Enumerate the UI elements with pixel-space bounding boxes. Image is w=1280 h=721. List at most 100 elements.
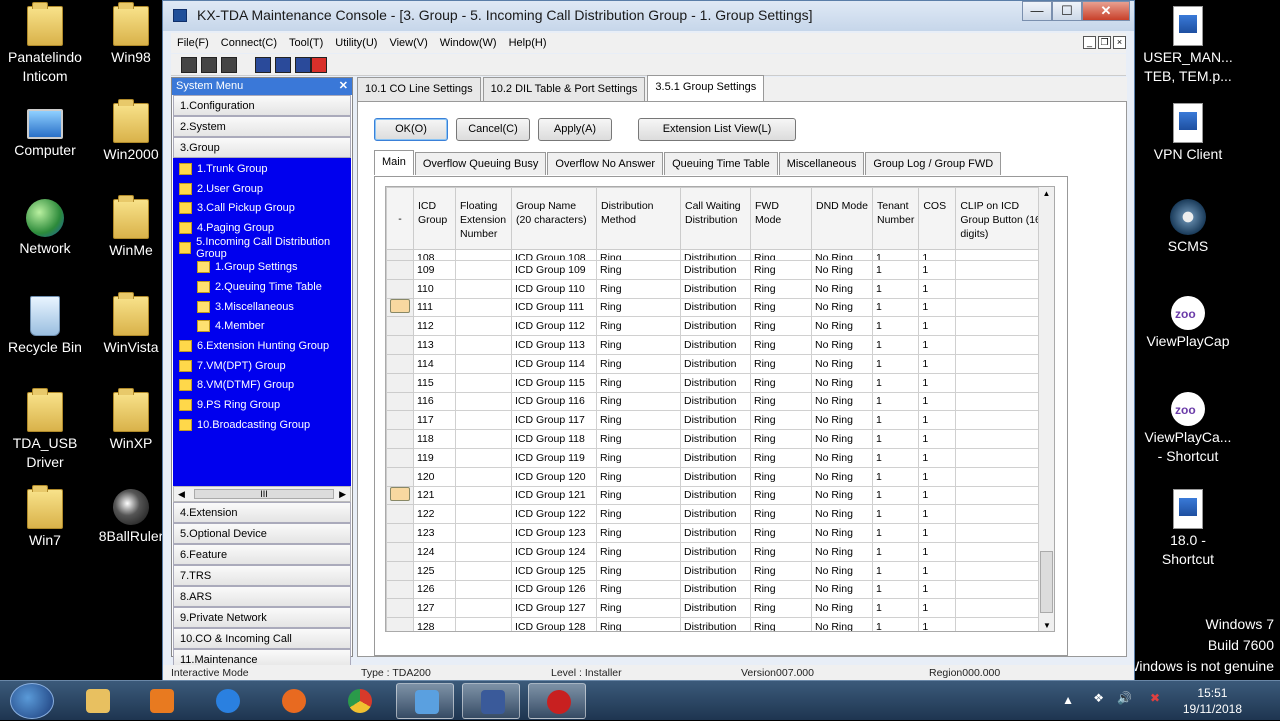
grid-cell[interactable]: Ring [596, 466, 681, 487]
grid-cell[interactable]: 108 [413, 249, 456, 261]
grid-cell[interactable]: 1 [871, 391, 920, 412]
group-menu-item[interactable]: 5.Incoming Call Distribution Group [173, 236, 351, 260]
grid-cell[interactable]: 1 [871, 504, 920, 525]
group-menu-item[interactable]: 8.VM(DTMF) Group [173, 376, 351, 396]
grid-cell[interactable]: Ring [596, 260, 681, 280]
desktop-icon[interactable]: Recycle Bin [0, 296, 90, 357]
taskbar-firefox[interactable] [264, 683, 322, 719]
grid-cell[interactable]: No Ring [811, 260, 873, 280]
subtab-main[interactable]: Main [374, 150, 414, 175]
grid-cell[interactable]: ICD Group 120 [511, 466, 597, 487]
desktop-icon[interactable]: Network [0, 199, 90, 258]
grid-cell[interactable] [955, 278, 1051, 299]
grid-cell[interactable]: Distribution [680, 429, 751, 449]
scroll-down-icon[interactable]: ▼ [1039, 619, 1054, 631]
column-header[interactable]: ICD Group [413, 187, 456, 250]
grid-cell[interactable]: Ring [596, 278, 681, 299]
row-header[interactable] [386, 410, 414, 431]
apply-button[interactable]: Apply(A) [538, 118, 612, 141]
grid-cell[interactable]: Distribution [680, 523, 751, 543]
column-header[interactable]: Group Name (20 characters) [511, 187, 597, 250]
grid-cell[interactable]: No Ring [811, 485, 873, 506]
close-button[interactable]: ✕ [1082, 1, 1130, 21]
grid-cell[interactable]: Ring [596, 372, 681, 393]
grid-cell[interactable] [955, 249, 1051, 261]
grid-cell[interactable]: 1 [918, 541, 957, 562]
grid-cell[interactable]: Ring [750, 466, 812, 487]
grid-cell[interactable] [955, 598, 1051, 619]
grid-cell[interactable]: ICD Group 125 [511, 560, 597, 581]
grid-cell[interactable]: Ring [596, 429, 681, 449]
disconnect-icon[interactable] [201, 57, 217, 73]
grid-cell[interactable]: Ring [750, 598, 812, 619]
grid-cell[interactable]: 124 [413, 541, 456, 562]
grid-cell[interactable] [455, 466, 512, 487]
desktop-icon[interactable]: USER_MAN... TEB, TEM.p... [1140, 6, 1236, 86]
grid-cell[interactable]: Ring [596, 297, 681, 318]
group-menu-item[interactable]: 2.User Group [173, 179, 351, 199]
grid-cell[interactable]: 1 [918, 485, 957, 506]
grid-cell[interactable]: Ring [596, 447, 681, 468]
grid-cell[interactable]: 1 [871, 541, 920, 562]
grid-cell[interactable]: Ring [596, 598, 681, 619]
table-row[interactable]: 108 ICD Group 108 Ring Distribution Ring No R… [386, 249, 1051, 261]
row-header[interactable] [386, 353, 414, 374]
row-header[interactable] [386, 297, 414, 318]
grid-cell[interactable]: No Ring [811, 504, 873, 525]
grid-cell[interactable]: Distribution [680, 260, 751, 280]
grid-cell[interactable]: 122 [413, 504, 456, 525]
grid-cell[interactable]: ICD Group 127 [511, 598, 597, 619]
mdi-minimize-icon[interactable]: _ [1083, 36, 1096, 49]
grid-cell[interactable]: 1 [871, 429, 920, 449]
grid-cell[interactable]: No Ring [811, 410, 873, 431]
grid-cell[interactable] [955, 504, 1051, 525]
desktop-icon[interactable]: VPN Client [1140, 103, 1236, 164]
taskbar-chrome[interactable] [330, 683, 388, 719]
grid-cell[interactable]: ICD Group 128 [511, 617, 597, 631]
grid-cell[interactable]: 111 [413, 297, 456, 318]
grid-cell[interactable]: 120 [413, 466, 456, 487]
grid-cell[interactable]: 1 [918, 249, 957, 261]
row-header[interactable] [386, 278, 414, 299]
grid-cell[interactable] [455, 504, 512, 525]
grid-cell[interactable]: Ring [750, 410, 812, 431]
grid-scroll-thumb[interactable] [1040, 551, 1053, 613]
system-menu-item[interactable]: 8.ARS [173, 586, 351, 607]
grid-cell[interactable] [455, 447, 512, 468]
save-icon[interactable] [255, 57, 271, 73]
grid-cell[interactable]: Ring [750, 297, 812, 318]
group-menu-item[interactable]: 10.Broadcasting Group [173, 415, 351, 435]
grid-vertical-scrollbar[interactable]: ▲ ▼ [1038, 187, 1054, 631]
table-row[interactable]: 127 ICD Group 127 Ring Distribution Ring No R… [386, 598, 1051, 619]
column-header[interactable]: Tenant Number [871, 187, 920, 250]
grid-cell[interactable]: Ring [596, 249, 681, 261]
menu-connect[interactable]: Connect(C) [215, 37, 283, 49]
grid-cell[interactable]: 1 [871, 617, 920, 631]
grid-cell[interactable]: 117 [413, 410, 456, 431]
grid-cell[interactable]: 1 [871, 278, 920, 299]
grid-cell[interactable]: 128 [413, 617, 456, 631]
grid-cell[interactable]: 113 [413, 335, 456, 355]
grid-cell[interactable] [455, 541, 512, 562]
grid-cell[interactable]: 1 [918, 372, 957, 393]
grid-cell[interactable] [455, 598, 512, 619]
grid-cell[interactable]: No Ring [811, 316, 873, 337]
taskbar-recorder[interactable] [528, 683, 586, 719]
grid-cell[interactable]: 1 [871, 598, 920, 619]
grid-cell[interactable]: 109 [413, 260, 456, 280]
row-header[interactable] [386, 485, 414, 506]
grid-cell[interactable]: No Ring [811, 617, 873, 631]
grid-cell[interactable]: 1 [918, 391, 957, 412]
dropbox-icon[interactable]: ❖ [1093, 691, 1104, 705]
grid-cell[interactable] [455, 316, 512, 337]
column-header[interactable]: COS [918, 187, 957, 250]
cancel-button[interactable]: Cancel(C) [456, 118, 530, 141]
grid-cell[interactable]: Ring [750, 617, 812, 631]
grid-cell[interactable]: Ring [750, 391, 812, 412]
menu-help[interactable]: Help(H) [503, 37, 553, 49]
grid-cell[interactable] [455, 617, 512, 631]
grid-cell[interactable]: ICD Group 113 [511, 335, 597, 355]
grid-cell[interactable]: 1 [871, 485, 920, 506]
grid-cell[interactable]: Distribution [680, 617, 751, 631]
grid-cell[interactable]: ICD Group 115 [511, 372, 597, 393]
